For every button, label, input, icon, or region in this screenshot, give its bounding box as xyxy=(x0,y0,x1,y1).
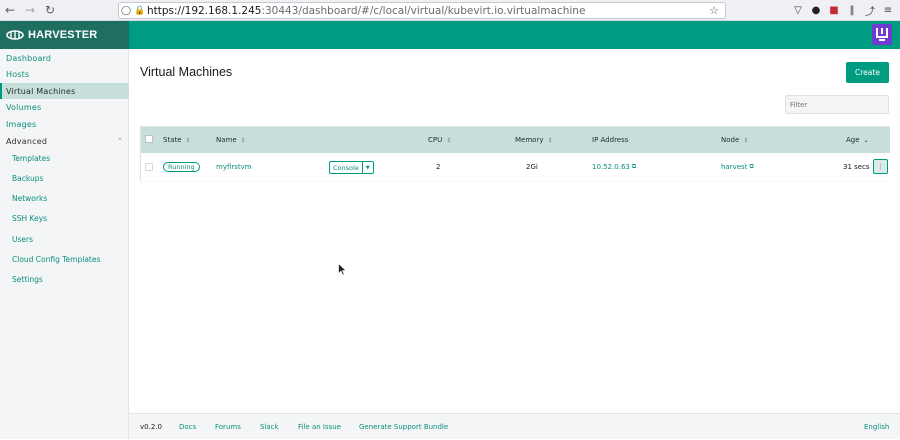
chevron-down-icon[interactable]: ▼ xyxy=(363,162,373,173)
sidebar-item-images[interactable]: Images xyxy=(0,116,129,132)
filter-input[interactable] xyxy=(785,95,889,114)
sidebar-item-networks[interactable]: Networks xyxy=(0,190,129,206)
sidebar-item-virtual-machines[interactable]: Virtual Machines xyxy=(0,83,129,99)
sidebar-item-backups[interactable]: Backups xyxy=(0,170,129,186)
page-title: Virtual Machines xyxy=(140,65,233,79)
reload-icon[interactable]: ↻ xyxy=(40,0,60,21)
sort-desc-icon: ⌄ xyxy=(863,136,869,144)
user-avatar[interactable] xyxy=(872,24,892,45)
address-bar[interactable]: ◯ 🔒 https://192.168.1.245:30443/dashboar… xyxy=(118,2,726,19)
sort-icon: ⇕ xyxy=(446,136,452,144)
kebab-menu-icon: ⋮ xyxy=(877,162,884,171)
sort-icon: ⇕ xyxy=(743,136,749,144)
browser-toolbar: ← → ↻ ◯ 🔒 https://192.168.1.245:30443/da… xyxy=(0,0,900,21)
column-header-ip-address[interactable]: IP Address xyxy=(592,127,628,153)
sidebar: Dashboard Hosts Virtual Machines Volumes… xyxy=(0,49,129,439)
footer: v0.2.0 Docs Forums Slack File an Issue G… xyxy=(129,413,900,439)
row-actions-button[interactable]: ⋮ xyxy=(873,159,888,174)
sidebar-item-hosts[interactable]: Hosts xyxy=(0,66,129,82)
row-checkbox[interactable] xyxy=(145,163,153,171)
harvester-logo-icon xyxy=(6,30,24,40)
ip-address-text: 10.52.0.63 xyxy=(592,163,630,171)
main-content: Virtual Machines Create State⇕ Name⇕ CPU… xyxy=(129,49,900,413)
node-text: harvest xyxy=(721,163,748,171)
container-icon[interactable]: ■ xyxy=(828,5,840,17)
sidebar-group-label: Advanced xyxy=(6,136,48,146)
sidebar-item-users[interactable]: Users xyxy=(0,231,129,247)
sidebar-item-ssh-keys[interactable]: SSH Keys xyxy=(0,210,129,226)
url-text: https://192.168.1.245:30443/dashboard/#/… xyxy=(147,4,586,17)
sort-icon: ⇕ xyxy=(240,136,246,144)
footer-link-file-issue[interactable]: File an Issue xyxy=(298,414,341,440)
pocket-icon[interactable]: ▽ xyxy=(792,5,804,17)
sidebar-item-settings[interactable]: Settings xyxy=(0,271,129,287)
age-value: 31 secs xyxy=(843,163,870,171)
vm-name-link[interactable]: myfirstvm xyxy=(216,153,252,181)
cpu-value: 2 xyxy=(436,163,441,171)
footer-link-support-bundle[interactable]: Generate Support Bundle xyxy=(359,414,448,440)
copy-icon[interactable]: ⧉ xyxy=(632,163,636,171)
sync-icon[interactable]: ⤴ xyxy=(864,5,876,18)
memory-value: 2Gi xyxy=(526,163,538,171)
brand-logo[interactable]: HARVESTER xyxy=(0,21,129,49)
sidebar-group-advanced[interactable]: Advanced ⌃ xyxy=(0,133,129,149)
table-row[interactable]: Running myfirstvm Console ▼ 2 2Gi 10.52.… xyxy=(141,153,890,181)
brand-name: HARVESTER xyxy=(28,29,98,41)
column-header-node[interactable]: Node ⇕ xyxy=(721,127,748,153)
console-button-label[interactable]: Console xyxy=(330,162,363,173)
sidebar-item-volumes[interactable]: Volumes xyxy=(0,99,129,115)
sidebar-item-dashboard[interactable]: Dashboard xyxy=(0,50,129,66)
sort-icon: ⇕ xyxy=(547,136,553,144)
mouse-cursor-icon xyxy=(338,263,347,276)
hamburger-menu-icon[interactable]: ≡ xyxy=(882,5,894,17)
footer-link-forums[interactable]: Forums xyxy=(215,414,241,440)
forward-arrow-icon[interactable]: → xyxy=(20,0,40,21)
app-header: HARVESTER xyxy=(0,21,900,49)
vm-table: State ⇕ Name ⇕ CPU ⇕ Memory ⇕ IP Address Nod… xyxy=(140,126,890,181)
extension-icon[interactable]: ● xyxy=(810,5,822,17)
sort-icon: ⇕ xyxy=(185,136,191,144)
user-avatar-icon xyxy=(876,28,888,41)
footer-link-docs[interactable]: Docs xyxy=(179,414,196,440)
sidebar-item-cloud-config-templates[interactable]: Cloud Config Templates xyxy=(0,251,129,267)
create-button[interactable]: Create xyxy=(846,62,889,83)
language-selector[interactable]: English xyxy=(864,414,889,440)
footer-link-slack[interactable]: Slack xyxy=(260,414,279,440)
column-header-cpu[interactable]: CPU ⇕ xyxy=(428,127,451,153)
table-header: State ⇕ Name ⇕ CPU ⇕ Memory ⇕ IP Address Nod… xyxy=(141,127,890,153)
select-all-checkbox[interactable] xyxy=(145,135,153,143)
column-header-age[interactable]: Age ⌄ xyxy=(846,127,869,153)
ip-address-value[interactable]: 10.52.0.63 ⧉ xyxy=(592,153,636,181)
back-arrow-icon[interactable]: ← xyxy=(0,0,20,21)
shield-icon: ◯ xyxy=(120,5,132,16)
chevron-up-icon: ⌃ xyxy=(116,137,123,145)
library-icon[interactable]: ‖ xyxy=(846,5,858,17)
console-button[interactable]: Console ▼ xyxy=(329,161,374,174)
status-badge: Running xyxy=(163,162,200,172)
copy-icon[interactable]: ⧉ xyxy=(749,163,753,171)
column-header-memory[interactable]: Memory ⇕ xyxy=(515,127,553,153)
node-link[interactable]: harvest ⧉ xyxy=(721,153,754,181)
column-header-name[interactable]: Name ⇕ xyxy=(216,127,246,153)
sidebar-item-templates[interactable]: Templates xyxy=(0,150,129,166)
column-header-state[interactable]: State ⇕ xyxy=(163,127,191,153)
lock-icon: 🔒 xyxy=(134,5,146,16)
bookmark-star-icon[interactable]: ☆ xyxy=(709,4,719,17)
version-text: v0.2.0 xyxy=(140,423,162,431)
